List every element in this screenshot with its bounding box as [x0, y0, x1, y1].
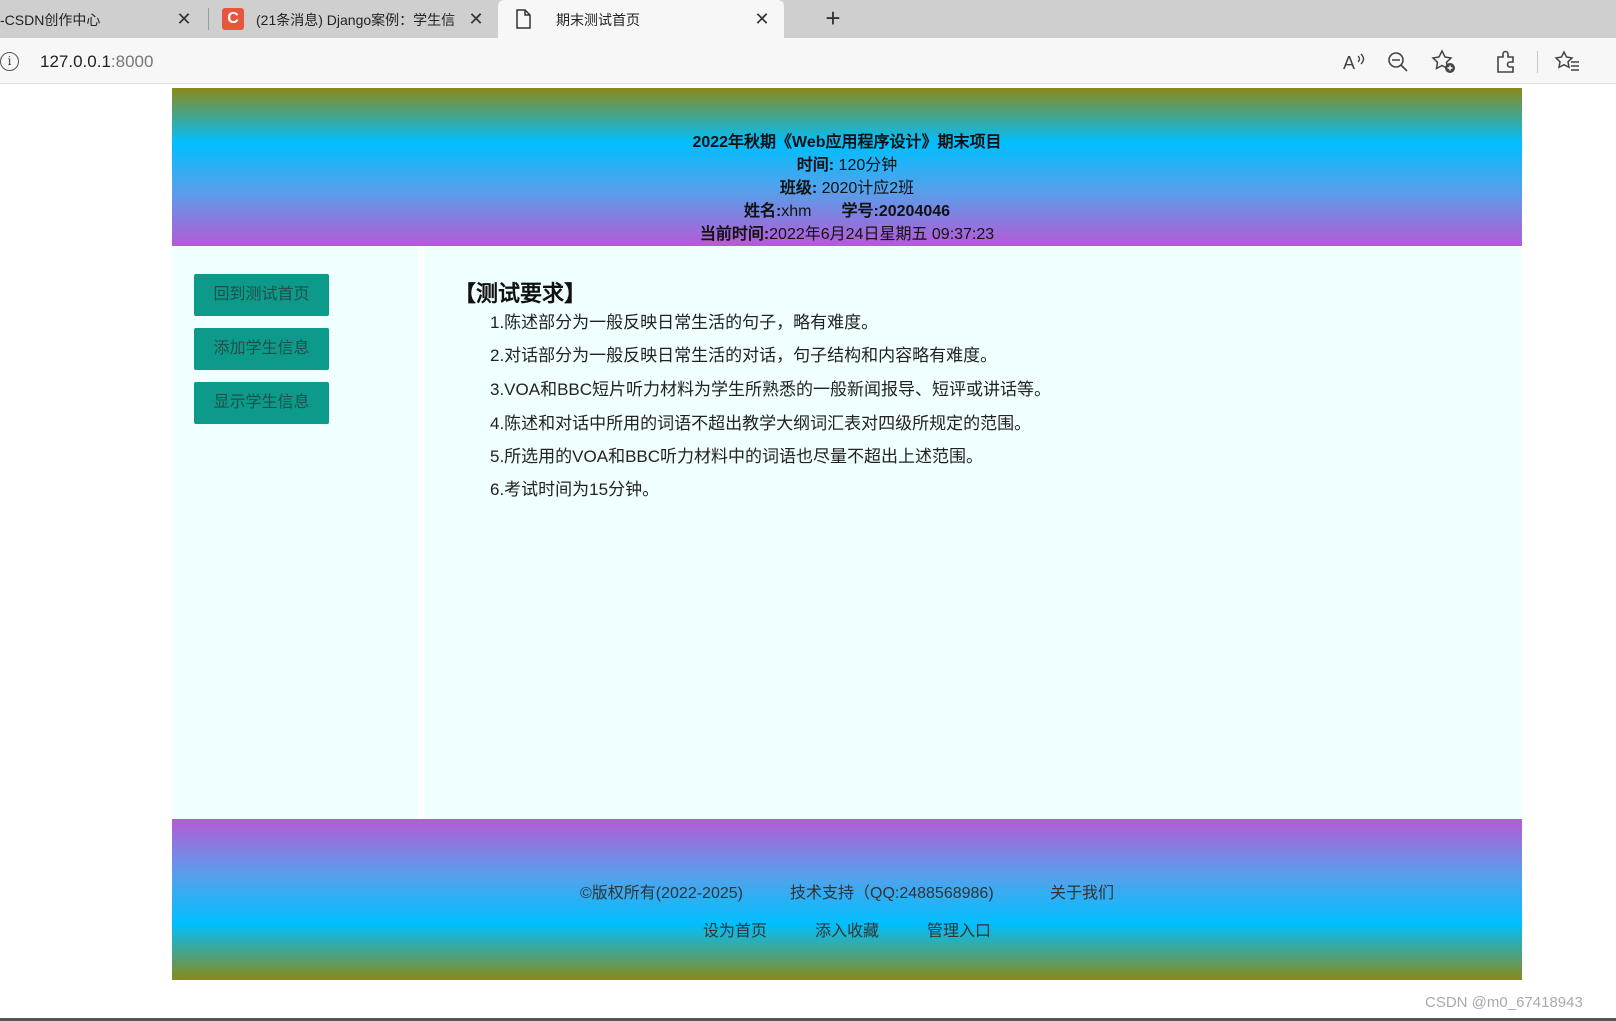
duration-label: 时间: [796, 157, 835, 174]
browser-tab-bar: -CSDN创作中心 ✕ C (21条消息) Django案例：学生信 ✕ 期末测… [0, 0, 1616, 40]
tab-title: 期末测试首页 [556, 12, 640, 28]
class-value: 2020计应2班 [821, 180, 915, 197]
student-id-value: 20204046 [878, 203, 951, 220]
requirement-item: 5.所选用的VOA和BBC听力材料中的词语也尽量不超出上述范围。 [490, 447, 984, 466]
new-tab-button[interactable]: + [818, 4, 848, 34]
requirement-item: 4.陈述和对话中所用的词语不超出教学大纲词汇表对四级所规定的范围。 [490, 414, 1032, 433]
class-info: 班级: 2020计应2班 [172, 178, 1522, 200]
site-info-icon[interactable]: i [0, 52, 19, 71]
back-to-exam-home-button[interactable]: 回到测试首页 [194, 274, 329, 316]
close-tab-icon[interactable]: ✕ [752, 9, 772, 29]
tab-title: -CSDN创作中心 [0, 12, 101, 28]
tab-title: (21条消息) Django案例：学生信 [256, 12, 456, 28]
requirement-item: 3.VOA和BBC短片听力材料为学生所熟悉的一般新闻报导、短评或讲话等。 [490, 380, 1052, 399]
tab-separator [208, 8, 209, 30]
requirement-item: 1.陈述部分为一般反映日常生活的句子，略有难度。 [490, 313, 879, 332]
requirement-item: 6.考试时间为15分钟。 [490, 480, 660, 499]
name-label: 姓名: [743, 203, 782, 220]
requirements-heading: 【测试要求】 [454, 281, 587, 306]
close-tab-icon[interactable]: ✕ [466, 9, 486, 29]
page-header: 2022年秋期《Web应用程序设计》期末项目 时间: 120分钟 班级: 202… [172, 88, 1522, 246]
close-tab-icon[interactable]: ✕ [174, 9, 194, 29]
add-favorite-icon[interactable] [1430, 48, 1458, 76]
favorites-icon[interactable] [1554, 48, 1582, 76]
browser-tab-exam-home-active[interactable]: 期末测试首页 ✕ [498, 0, 784, 40]
read-aloud-icon[interactable]: A [1340, 48, 1368, 76]
browser-tab-csdn-creator[interactable]: -CSDN创作中心 ✕ [0, 0, 206, 38]
extensions-icon[interactable] [1492, 48, 1520, 76]
content-panel: 【测试要求】 1.陈述部分为一般反映日常生活的句子，略有难度。 2.对话部分为一… [430, 246, 1522, 819]
tech-support-link[interactable]: 技术支持（QQ:2488568986) [790, 879, 994, 903]
show-students-button[interactable]: 显示学生信息 [194, 382, 329, 424]
copyright-text: ©版权所有(2022-2025) [580, 885, 743, 902]
url-port: :8000 [110, 52, 154, 71]
set-homepage-link[interactable]: 设为首页 [703, 917, 767, 941]
about-us-link[interactable]: 关于我们 [1050, 879, 1114, 903]
main-area: 回到测试首页 添加学生信息 显示学生信息 【测试要求】 1.陈述部分为一般反映日… [172, 246, 1522, 819]
name-value: xhm [781, 203, 812, 220]
student-info: 姓名:xhm 学号:20204046 [172, 201, 1522, 223]
url-host: 127.0.0.1 [40, 52, 111, 71]
exam-duration: 时间: 120分钟 [172, 155, 1522, 177]
exam-page: 2022年秋期《Web应用程序设计》期末项目 时间: 120分钟 班级: 202… [172, 88, 1522, 980]
page-footer: ©版权所有(2022-2025) 技术支持（QQ:2488568986) 关于我… [172, 819, 1522, 980]
project-title-text: 2022年秋期《Web应用程序设计》期末项目 [692, 134, 1002, 151]
url-field[interactable]: 127.0.0.1:8000 [40, 52, 153, 72]
requirement-item: 2.对话部分为一般反映日常生活的对话，句子结构和内容略有难度。 [490, 346, 998, 365]
toolbar-separator [1537, 51, 1538, 73]
add-student-button[interactable]: 添加学生信息 [194, 328, 329, 370]
duration-value: 120分钟 [838, 157, 898, 174]
sidebar: 回到测试首页 添加学生信息 显示学生信息 [172, 246, 424, 819]
project-title: 2022年秋期《Web应用程序设计》期末项目 [172, 132, 1522, 154]
address-bar: i 127.0.0.1:8000 A [0, 38, 1616, 84]
class-label: 班级: [779, 180, 818, 197]
current-time: 当前时间:2022年6月24日星期五 09:37:23 [172, 224, 1522, 246]
admin-entry-link[interactable]: 管理入口 [927, 917, 991, 941]
current-time-label: 当前时间: [699, 226, 770, 243]
student-id-label: 学号: [841, 203, 879, 220]
svg-text:A: A [1343, 53, 1355, 73]
current-time-value: 2022年6月24日星期五 09:37:23 [769, 226, 995, 243]
add-favorite-link[interactable]: 添入收藏 [815, 917, 879, 941]
zoom-out-icon[interactable] [1384, 48, 1412, 76]
csdn-logo-icon: C [222, 8, 244, 30]
page-document-icon [514, 9, 532, 32]
csdn-watermark: CSDN @m0_67418943 [1425, 994, 1583, 1011]
browser-tab-django-case[interactable]: C (21条消息) Django案例：学生信 ✕ [210, 0, 498, 38]
